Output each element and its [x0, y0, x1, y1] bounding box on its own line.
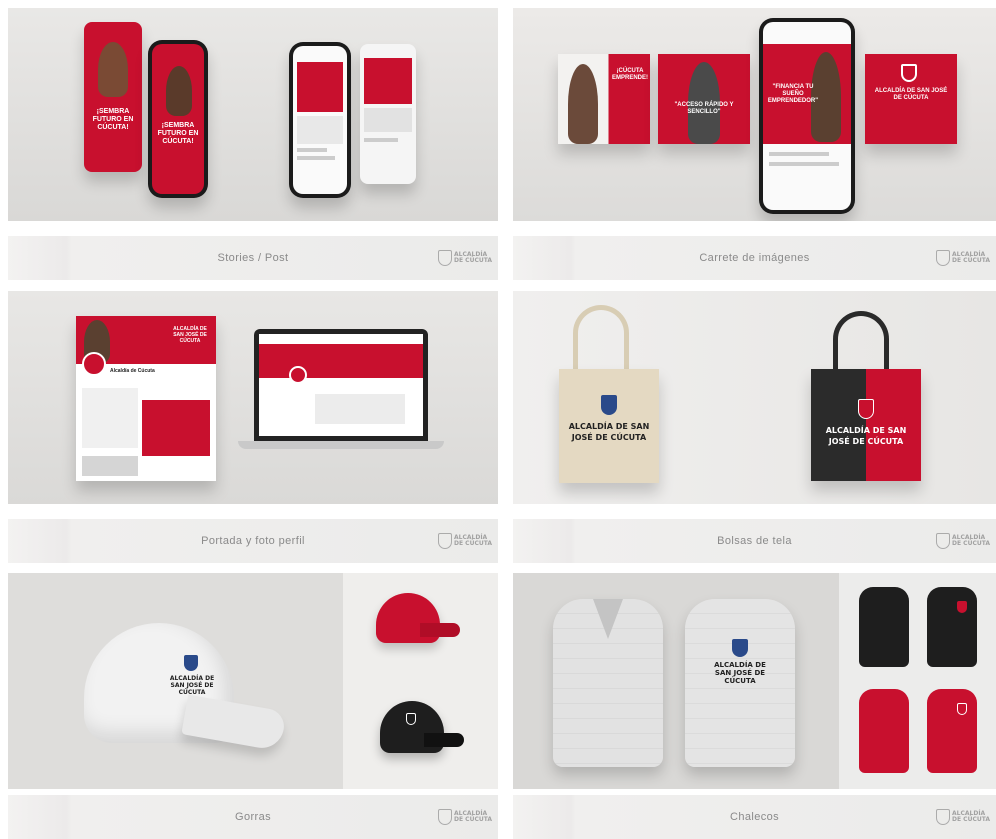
- caption-text: Carrete de imágenes: [699, 252, 810, 264]
- carrete-mockup-image: ¡CÚCUTA EMPRENDE! "ACCESO RÁPIDO Y SENCI…: [513, 8, 996, 221]
- carrete-slide-4-text: ALCALDÍA DE SAN JOSÉ DE CÚCUTA: [874, 88, 948, 101]
- brand-logo-icon: ALCALDÍA DE CÚCUTA: [438, 250, 492, 266]
- story-card-1: ¡SEMBRA FUTURO EN CÚCUTA!: [84, 22, 142, 172]
- caption-text: Gorras: [234, 811, 272, 823]
- story-person-1: [98, 42, 128, 97]
- caption-bar: Bolsas de tela ALCALDÍA DE CÚCUTA: [513, 519, 996, 563]
- carrete-slide-2-text: "ACCESO RÁPIDO Y SENCILLO": [674, 102, 734, 115]
- white-cap: ALCALDÍA DE SAN JOSÉ DE CÚCUTA: [74, 613, 287, 763]
- caption-bar: Portada y foto perfil ALCALDÍA DE CÚCUTA: [8, 519, 498, 563]
- carrete-slide-1-text: ¡CÚCUTA EMPRENDE!: [611, 68, 648, 81]
- white-cap-text: ALCALDÍA DE SAN JOSÉ DE CÚCUTA: [169, 675, 215, 696]
- caption-text: Stories / Post: [217, 252, 289, 264]
- black-vest-2: [927, 587, 977, 667]
- gorras-mockup-image: ALCALDÍA DE SAN JOSÉ DE CÚCUTA: [8, 573, 498, 789]
- black-vest-1: [859, 587, 909, 667]
- gray-vest-front: [553, 599, 663, 767]
- brand-logo-icon: ALCALDÍA DE CÚCUTA: [438, 533, 492, 549]
- redblack-bag: ALCALDÍA DE SAN JOSÉ DE CÚCUTA: [811, 369, 921, 481]
- story-headline-1: ¡SEMBRA FUTURO EN CÚCUTA!: [92, 108, 134, 131]
- caption-text: Bolsas de tela: [717, 535, 792, 547]
- red-vest-1: [859, 689, 909, 773]
- facebook-page-name: Alcaldía de Cúcuta: [110, 368, 155, 374]
- carrete-slide-1: ¡CÚCUTA EMPRENDE!: [558, 54, 650, 144]
- brand-logo-icon: ALCALDÍA DE CÚCUTA: [936, 250, 990, 266]
- card-bolsas[interactable]: ALCALDÍA DE SAN JOSÉ DE CÚCUTA ALCALDÍA …: [513, 291, 996, 563]
- caption-bar: Gorras ALCALDÍA DE CÚCUTA: [8, 795, 498, 839]
- laptop-base: [238, 441, 444, 449]
- brand-logo-icon: ALCALDÍA DE CÚCUTA: [936, 809, 990, 825]
- stories-mockup-image: ¡SEMBRA FUTURO EN CÚCUTA! ¡SEMBRA FUTURO…: [8, 8, 498, 221]
- card-carrete[interactable]: ¡CÚCUTA EMPRENDE! "ACCESO RÁPIDO Y SENCI…: [513, 8, 996, 280]
- portada-mockup-image: ALCALDÍA DE SAN JOSÉ DE CÚCUTA Alcaldía …: [8, 291, 498, 504]
- beige-bag-handle: [573, 305, 629, 375]
- carrete-slide-2: "ACCESO RÁPIDO Y SENCILLO": [658, 54, 750, 144]
- caption-bar: Stories / Post ALCALDÍA DE CÚCUTA: [8, 236, 498, 280]
- story-phone: ¡SEMBRA FUTURO EN CÚCUTA!: [148, 40, 208, 198]
- card-stories-post[interactable]: ¡SEMBRA FUTURO EN CÚCUTA! ¡SEMBRA FUTURO…: [8, 8, 498, 280]
- chalecos-mockup-image: ALCALDÍA DE SAN JOSÉ DE CÚCUTA: [513, 573, 996, 789]
- portfolio-grid: ¡SEMBRA FUTURO EN CÚCUTA! ¡SEMBRA FUTURO…: [0, 0, 996, 839]
- carrete-slide-4: ALCALDÍA DE SAN JOSÉ DE CÚCUTA: [865, 54, 957, 144]
- carrete-slide-3-text: "FINANCIA TU SUEÑO EMPRENDEDOR": [767, 84, 819, 104]
- redblack-bag-text: ALCALDÍA DE SAN JOSÉ DE CÚCUTA: [825, 426, 907, 446]
- story-person-2: [166, 66, 192, 116]
- portada-banner-logo: ALCALDÍA DE SAN JOSÉ DE CÚCUTA: [173, 326, 207, 344]
- card-chalecos[interactable]: ALCALDÍA DE SAN JOSÉ DE CÚCUTA Chalecos …: [513, 573, 996, 839]
- feed-phone: [289, 42, 351, 198]
- bolsas-mockup-image: ALCALDÍA DE SAN JOSÉ DE CÚCUTA ALCALDÍA …: [513, 291, 996, 504]
- brand-logo-icon: ALCALDÍA DE CÚCUTA: [438, 809, 492, 825]
- carrete-phone: "FINANCIA TU SUEÑO EMPRENDEDOR": [759, 18, 855, 214]
- brand-logo-icon: ALCALDÍA DE CÚCUTA: [936, 533, 990, 549]
- card-gorras[interactable]: ALCALDÍA DE SAN JOSÉ DE CÚCUTA Gorras AL…: [8, 573, 498, 839]
- story-headline-2: ¡SEMBRA FUTURO EN CÚCUTA!: [157, 122, 199, 145]
- beige-bag-text: ALCALDÍA DE SAN JOSÉ DE CÚCUTA: [568, 422, 650, 442]
- beige-bag: ALCALDÍA DE SAN JOSÉ DE CÚCUTA: [559, 369, 659, 483]
- caption-text: Portada y foto perfil: [201, 535, 305, 547]
- vest-text: ALCALDÍA DE SAN JOSÉ DE CÚCUTA: [714, 661, 766, 685]
- vest-grid: [839, 573, 996, 789]
- caption-bar: Chalecos ALCALDÍA DE CÚCUTA: [513, 795, 996, 839]
- card-portada[interactable]: ALCALDÍA DE SAN JOSÉ DE CÚCUTA Alcaldía …: [8, 291, 498, 563]
- facebook-page-mockup: ALCALDÍA DE SAN JOSÉ DE CÚCUTA Alcaldía …: [76, 316, 216, 481]
- caption-text: Chalecos: [729, 811, 780, 823]
- feed-card: [360, 44, 416, 184]
- caption-bar: Carrete de imágenes ALCALDÍA DE CÚCUTA: [513, 236, 996, 280]
- gray-vest-logo: ALCALDÍA DE SAN JOSÉ DE CÚCUTA: [685, 599, 795, 767]
- red-vest-2: [927, 689, 977, 773]
- laptop-mockup: [254, 329, 428, 441]
